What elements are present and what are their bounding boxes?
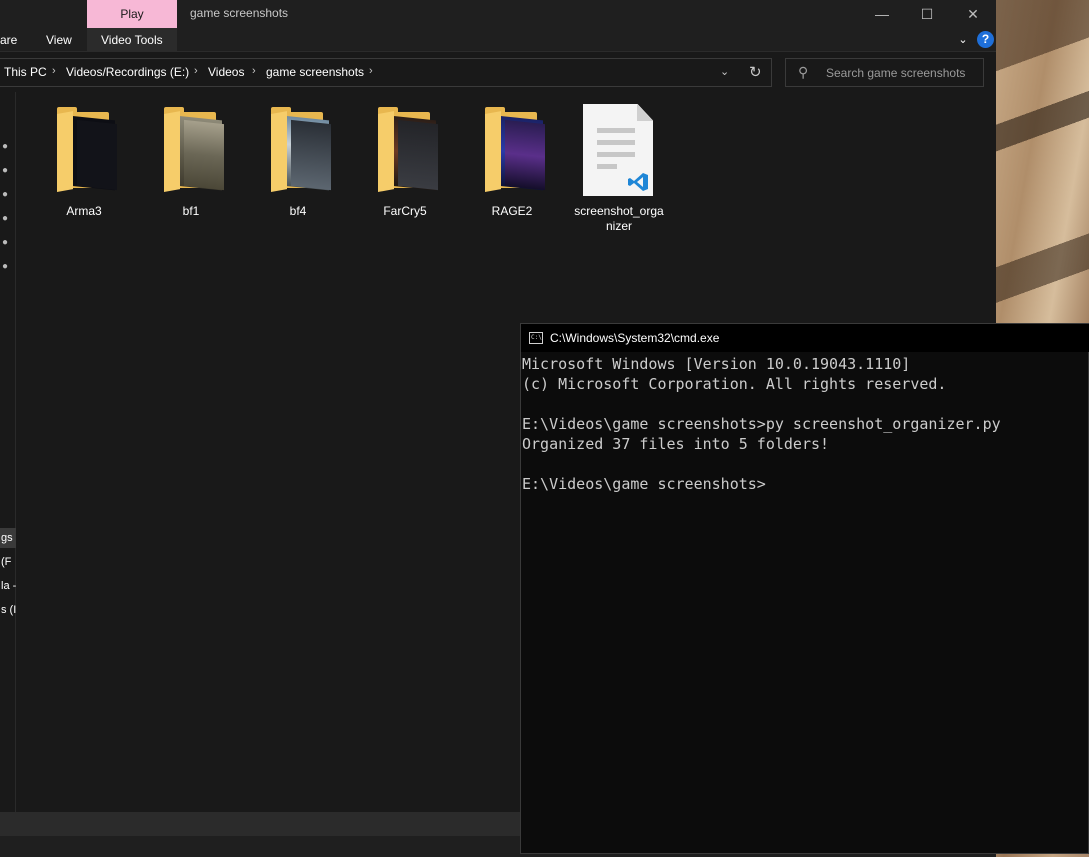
console-line: Organized 37 files into 5 folders! <box>522 435 830 453</box>
help-icon[interactable]: ? <box>977 31 994 48</box>
cmd-icon <box>529 332 543 344</box>
chevron-right-icon[interactable]: › <box>252 65 256 77</box>
breadcrumb-this-pc[interactable]: This PC <box>4 65 47 79</box>
vscode-icon <box>628 173 648 191</box>
chevron-down-icon[interactable]: ⌄ <box>955 32 971 48</box>
folder-icon <box>378 107 442 196</box>
folder-item[interactable]: FarCry5 <box>360 104 450 234</box>
item-label: RAGE2 <box>491 204 533 218</box>
pin-icon[interactable]: ● <box>2 190 12 200</box>
breadcrumb-game-screenshots[interactable]: game screenshots <box>266 65 364 79</box>
tab-video-tools[interactable]: Video Tools <box>87 28 177 52</box>
folder-icon <box>485 107 549 196</box>
folder-icon <box>57 107 121 196</box>
cmd-title: C:\Windows\System32\cmd.exe <box>550 331 720 345</box>
breadcrumb-drive[interactable]: Videos/Recordings (E:) <box>66 65 189 79</box>
console-line: E:\Videos\game screenshots>py screenshot… <box>522 415 1001 433</box>
search-icon: ⚲ <box>798 64 809 80</box>
folder-item[interactable]: RAGE2 <box>467 104 557 234</box>
explorer-titlebar: Play game screenshots — ☐ ✕ <box>0 0 996 28</box>
close-icon[interactable]: ✕ <box>950 0 996 28</box>
console-output[interactable]: Microsoft Windows [Version 10.0.19043.11… <box>521 354 1089 854</box>
address-bar[interactable]: This PC › Videos/Recordings (E:) › Video… <box>0 58 772 87</box>
address-dropdown-icon[interactable]: ⌄ <box>720 65 729 78</box>
folder-icon <box>271 107 335 196</box>
item-label: screenshot_orga nizer <box>574 204 664 233</box>
file-item[interactable]: screenshot_orga nizer <box>574 104 664 234</box>
pin-icon[interactable]: ● <box>2 238 12 248</box>
breadcrumb-videos[interactable]: Videos <box>208 65 244 79</box>
navigation-pane[interactable]: ● ● ● ● ● ● gs (F la - s (I <box>0 92 16 812</box>
folder-icon <box>164 107 228 196</box>
item-label: Arma3 <box>66 204 102 218</box>
item-label: bf4 <box>289 204 307 218</box>
nav-item[interactable]: la - <box>0 576 16 596</box>
window-title: game screenshots <box>190 6 289 20</box>
item-label: FarCry5 <box>383 204 427 218</box>
chevron-right-icon[interactable]: › <box>194 65 198 77</box>
python-file-icon <box>583 104 653 196</box>
nav-item[interactable]: s (I <box>0 600 16 620</box>
console-line: (c) Microsoft Corporation. All rights re… <box>522 375 947 393</box>
search-input[interactable]: ⚲ Search game screenshots <box>785 58 984 87</box>
cmd-titlebar[interactable]: C:\Windows\System32\cmd.exe <box>521 324 1089 352</box>
folder-item[interactable]: Arma3 <box>39 104 129 234</box>
pin-icon[interactable]: ● <box>2 214 12 224</box>
item-label: bf1 <box>182 204 200 218</box>
tab-share[interactable]: are <box>0 28 17 52</box>
console-line: Microsoft Windows [Version 10.0.19043.11… <box>522 355 911 373</box>
chevron-right-icon[interactable]: › <box>52 65 56 77</box>
tab-view[interactable]: View <box>46 28 72 52</box>
minimize-icon[interactable]: — <box>859 0 905 28</box>
search-placeholder: Search game screenshots <box>826 66 966 80</box>
folder-item[interactable]: bf1 <box>146 104 236 234</box>
ribbon-tabs: are View Video Tools ⌄ ? <box>0 28 996 52</box>
maximize-icon[interactable]: ☐ <box>904 0 950 28</box>
nav-item[interactable]: gs <box>0 528 16 548</box>
pin-icon[interactable]: ● <box>2 262 12 272</box>
pin-icon[interactable]: ● <box>2 166 12 176</box>
pin-icon[interactable]: ● <box>2 142 12 152</box>
folder-item[interactable]: bf4 <box>253 104 343 234</box>
nav-item[interactable]: (F <box>0 552 16 572</box>
cmd-window[interactable]: C:\Windows\System32\cmd.exe Microsoft Wi… <box>520 323 1089 854</box>
console-prompt[interactable]: E:\Videos\game screenshots> <box>522 474 1089 494</box>
chevron-right-icon[interactable]: › <box>369 65 373 77</box>
tab-play[interactable]: Play <box>87 0 177 28</box>
refresh-icon[interactable]: ↻ <box>749 63 762 81</box>
